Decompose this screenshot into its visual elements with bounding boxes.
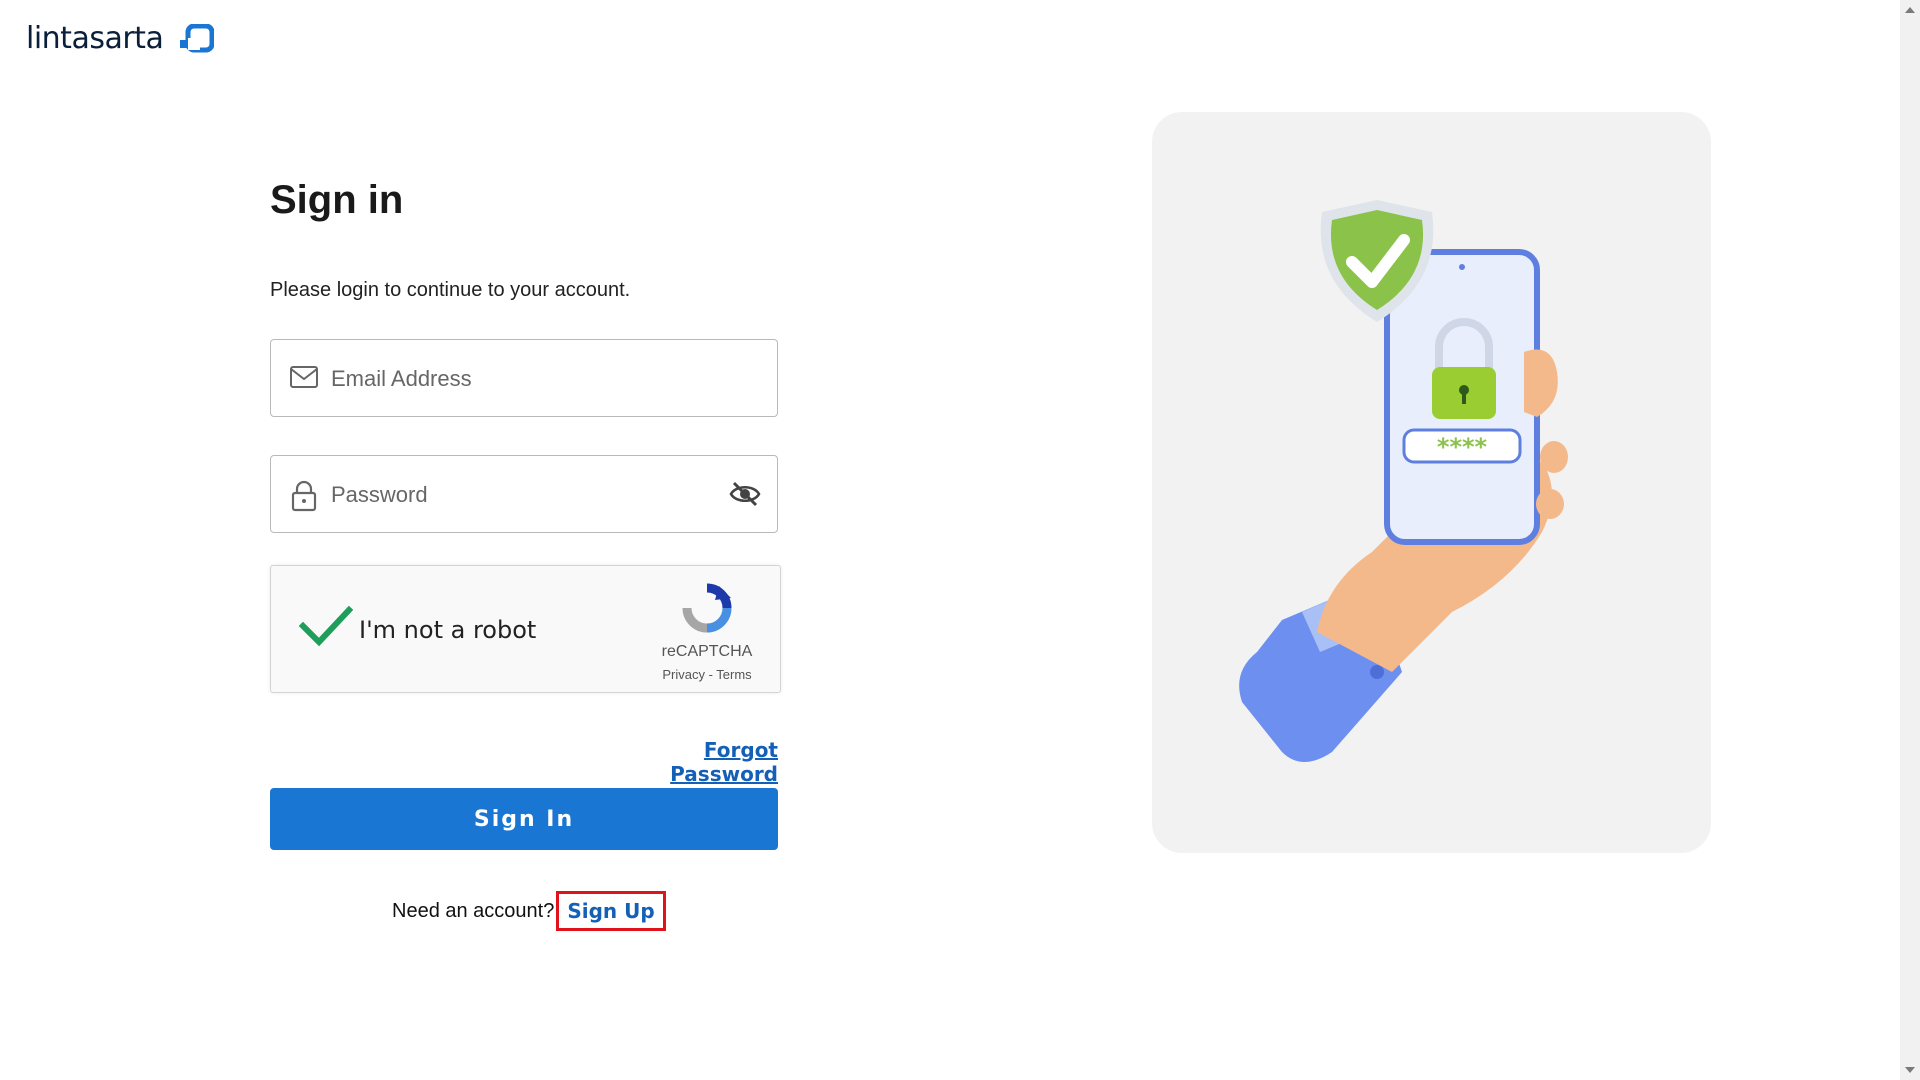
page-title: Sign in — [270, 178, 404, 222]
signup-row: Need an account? Sign Up — [392, 891, 666, 931]
sign-in-button[interactable]: Sign In — [270, 788, 778, 850]
illustration-password-mask: **** — [1437, 433, 1488, 461]
checkmark-icon[interactable] — [299, 604, 353, 648]
password-input[interactable] — [329, 474, 693, 516]
page-subtitle: Please login to continue to your account… — [270, 279, 631, 301]
recaptcha-widget[interactable]: I'm not a robot reCAPTCHA Privacy - Term… — [270, 565, 781, 693]
security-illustration-panel: **** — [1152, 112, 1711, 853]
recaptcha-separator: - — [704, 667, 717, 682]
sign-up-link[interactable]: Sign Up — [556, 891, 666, 931]
brand-logo[interactable]: lintasarta — [26, 21, 214, 56]
eye-off-icon[interactable] — [729, 480, 761, 508]
lock-icon — [291, 480, 317, 512]
logo-mark-icon — [180, 24, 214, 53]
scroll-up-icon[interactable] — [1904, 6, 1916, 14]
email-input[interactable] — [329, 358, 693, 400]
forgot-password-link[interactable]: Forgot Password — [592, 738, 778, 786]
recaptcha-privacy-link[interactable]: Privacy — [662, 667, 705, 682]
need-account-text: Need an account? — [392, 899, 555, 922]
mail-icon — [290, 366, 318, 388]
vertical-scrollbar[interactable] — [1900, 0, 1920, 1080]
recaptcha-brand: reCAPTCHA Privacy - Terms — [652, 582, 762, 682]
brand-name: lintasarta — [26, 21, 164, 56]
email-field[interactable] — [270, 339, 778, 417]
scroll-down-icon[interactable] — [1904, 1066, 1916, 1074]
recaptcha-label: I'm not a robot — [359, 616, 537, 644]
recaptcha-terms-link[interactable]: Terms — [716, 667, 751, 682]
hand-phone-illustration: **** — [1239, 200, 1568, 762]
recaptcha-icon — [682, 583, 732, 633]
password-field[interactable] — [270, 455, 778, 533]
recaptcha-brand-name: reCAPTCHA — [661, 643, 753, 660]
